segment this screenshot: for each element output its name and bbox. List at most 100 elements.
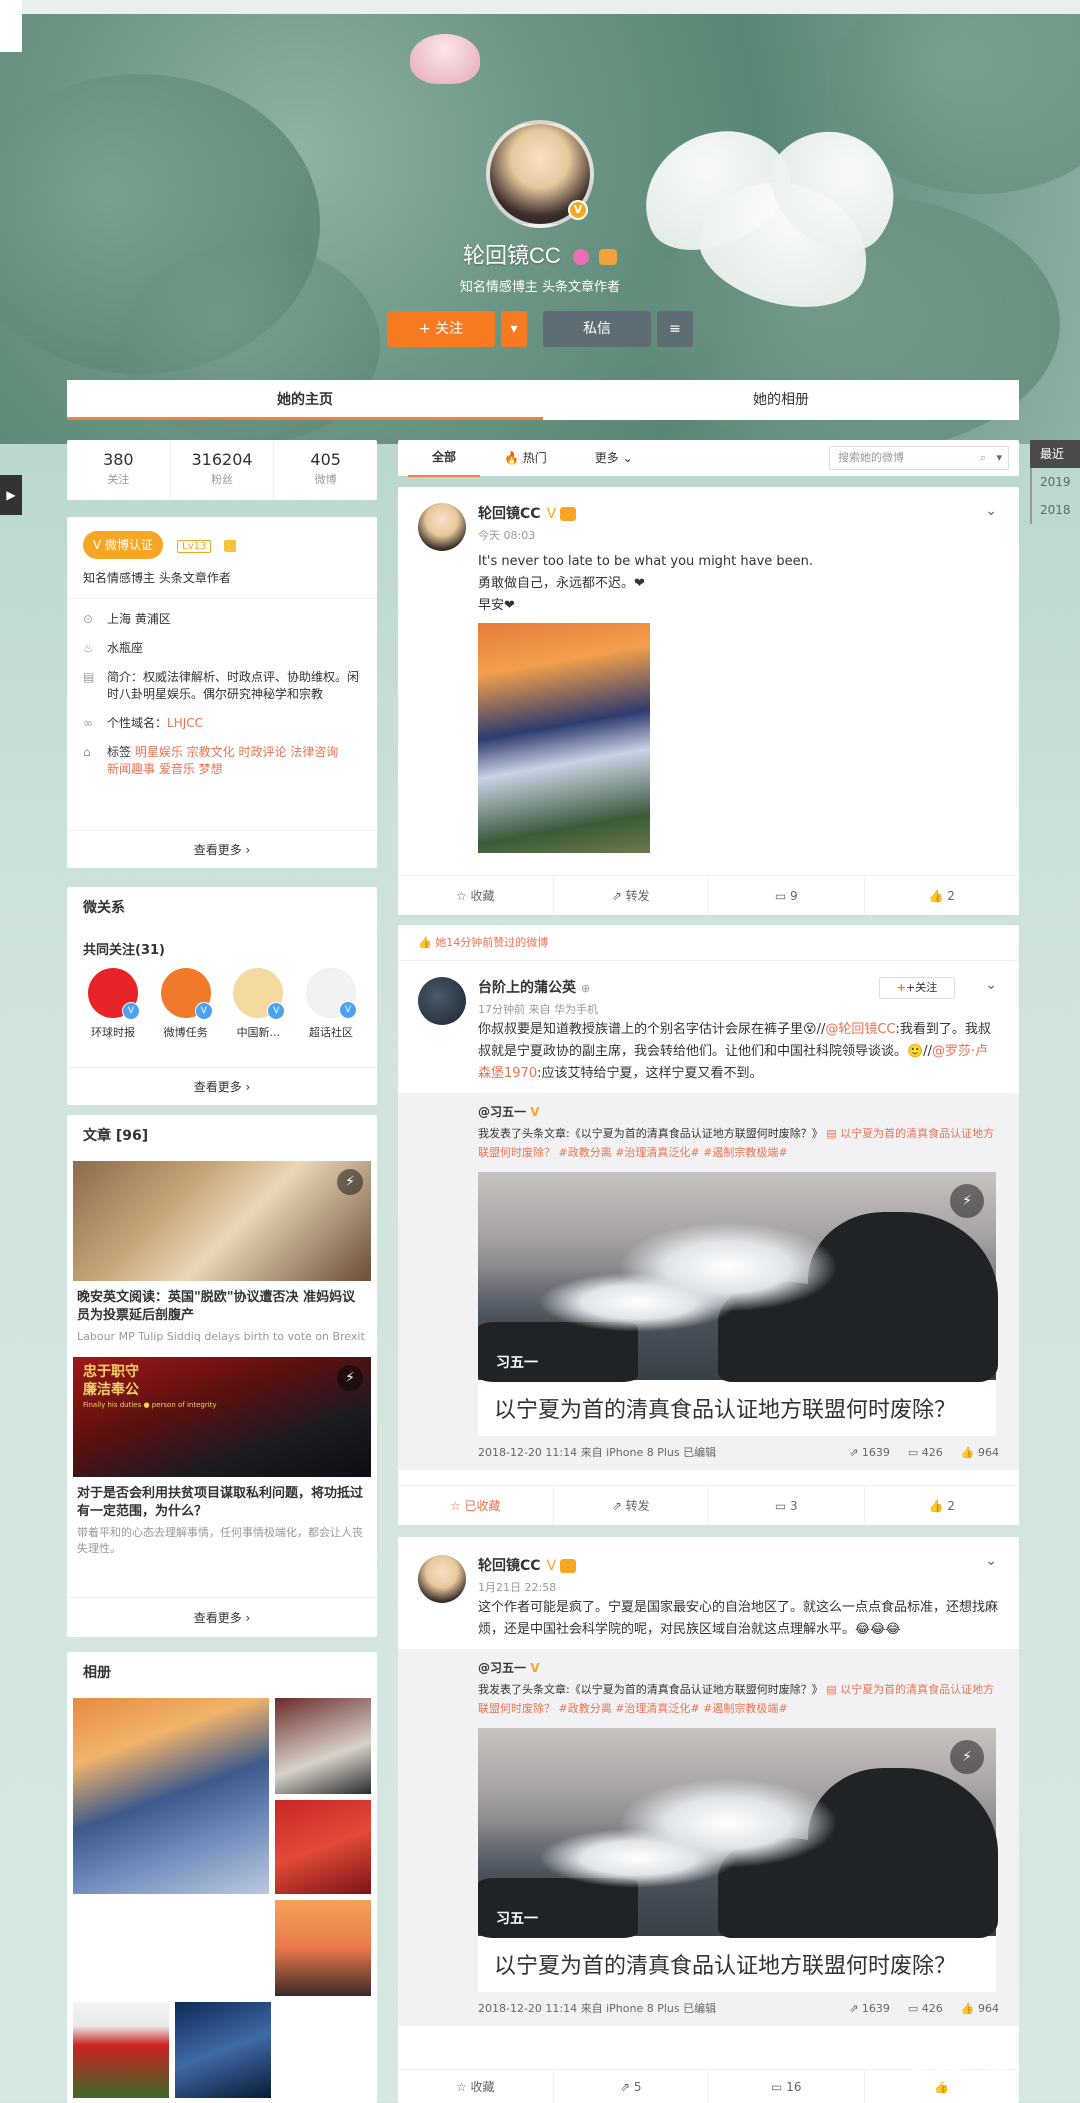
article-card[interactable]: ⚡ 习五一 以宁夏为首的清真食品认证地方联盟何时废除？ — [478, 1728, 998, 1992]
collect-button[interactable]: ☆ 已收藏 — [398, 1486, 554, 1525]
articles-card: 文章 [96] ⚡ 晚安英文阅读：英国"脱欧"协议遭否决 准妈妈议员为投票延后剖… — [67, 1115, 377, 1637]
article-summary: Labour MP Tulip Siddiq delays birth to v… — [77, 1330, 365, 1343]
articles-more-link[interactable]: 查看更多 › — [67, 1597, 377, 1637]
member-icon — [560, 507, 577, 521]
location-icon: ⊙ — [83, 612, 94, 626]
repost-button[interactable]: ⇗ 转发 — [554, 1486, 709, 1525]
tag-icon: ⌂ — [83, 745, 91, 759]
level-badge-icon[interactable] — [599, 249, 618, 266]
post-time[interactable]: 1月21日 22:58 — [478, 1579, 999, 1595]
article-thumbnail[interactable]: ⚡ — [73, 1161, 371, 1281]
search-input[interactable]: 搜索她的微博 ⌕ ▾ — [829, 446, 1009, 470]
topic-tags[interactable]: #政教分离 #治理清真泛化# #遏制宗教极端# — [559, 1702, 788, 1715]
menu-icon[interactable]: ≡ — [657, 311, 693, 347]
verified-icon: V — [530, 1661, 540, 1675]
album-photo[interactable] — [275, 1698, 371, 1794]
relation-more-link[interactable]: 查看更多 › — [67, 1067, 377, 1105]
timeline-2018[interactable]: 2018 — [1030, 496, 1080, 524]
post-time[interactable]: 今天 08:03 — [478, 527, 999, 543]
like-button[interactable]: 👍 2 — [865, 1486, 1020, 1525]
follow-button-small[interactable]: ++关注 — [879, 977, 955, 999]
collect-button[interactable]: ☆ 收藏 — [398, 2070, 554, 2103]
album-photo[interactable] — [73, 1698, 269, 1894]
comment-button[interactable]: ▭ 16 — [709, 2070, 865, 2103]
tags-links[interactable]: 明星娱乐 宗教文化 时政评论 法律咨询 — [135, 745, 338, 759]
post-avatar[interactable] — [418, 977, 466, 1025]
follow-button[interactable]: + 关注 — [387, 311, 495, 347]
relation-item[interactable]: 中国新... — [228, 968, 288, 1040]
article-thumbnail[interactable]: 忠于职守 廉洁奉公 Finally his duties ● person of … — [73, 1357, 371, 1477]
chevron-down-icon[interactable]: ⌄ — [985, 503, 997, 519]
article-title[interactable]: 晚安英文阅读：英国"脱欧"协议遭否决 准妈妈议员为投票延后剖腹产 — [73, 1289, 371, 1325]
timeline-nav: 最近 2019 2018 — [1030, 440, 1080, 524]
relation-item[interactable]: 超话社区 — [301, 968, 361, 1040]
album-photo[interactable] — [73, 2002, 169, 2098]
search-icon[interactable]: ⌕ — [980, 447, 986, 469]
article-title[interactable]: 对于是否会利用扶贫项目谋取私利问题，将功抵过有一定范围，为什么？ — [73, 1485, 371, 1521]
like-button[interactable]: 👍 2 — [865, 876, 1020, 915]
chevron-down-icon[interactable]: ▾ — [996, 447, 1002, 469]
zodiac-row: ♨ 水瓶座 — [83, 641, 144, 655]
domain-row: ∞ 个性域名：LHJCC — [83, 716, 204, 730]
play-arrow-icon[interactable]: ▶ — [0, 475, 22, 515]
forward-repost-count[interactable]: ⇗ 1639 — [849, 2002, 890, 2015]
tags-links-2[interactable]: 新闻趣事 爱音乐 梦想 — [107, 762, 223, 776]
timeline-2019[interactable]: 2019 — [1030, 468, 1080, 496]
relation-card: 微关系 共同关注(31) 环球时报 微博任务 中国新... 超话社区 查看更多 … — [67, 887, 377, 1105]
level-tag[interactable]: Lv13 — [177, 540, 212, 553]
domain-link[interactable]: LHJCC — [167, 716, 203, 730]
verify-tag[interactable]: V 微博认证 — [83, 531, 164, 559]
collect-button[interactable]: ☆ 收藏 — [398, 876, 554, 915]
profile-name-row: 轮回镜CC — [0, 238, 1080, 270]
relation-item[interactable]: 环球时报 — [83, 968, 143, 1040]
relation-item[interactable]: 微博任务 — [156, 968, 216, 1040]
link-icon: ∞ — [83, 716, 93, 730]
info-more-link[interactable]: 查看更多 › — [67, 830, 377, 868]
article-card[interactable]: ⚡ 习五一 以宁夏为首的清真食品认证地方联盟何时废除？ — [478, 1172, 998, 1436]
chevron-down-icon[interactable]: ⌄ — [985, 1553, 997, 1569]
album-photo[interactable] — [275, 1900, 371, 1996]
tab-home[interactable]: 她的主页 — [67, 380, 543, 420]
follow-dropdown-button[interactable]: ▾ — [501, 311, 527, 347]
cake-icon: ♨ — [83, 641, 94, 655]
comment-button[interactable]: ▭ 9 — [709, 876, 865, 915]
stat-followers[interactable]: 316204 粉丝 — [171, 440, 275, 500]
flash-icon: ⚡ — [950, 1184, 984, 1218]
article-image-subtext: Finally his duties ● person of integrity — [83, 1401, 217, 1409]
forward-like-count[interactable]: 👍 964 — [961, 2002, 999, 2015]
comment-button[interactable]: ▭ 3 — [709, 1486, 865, 1525]
stat-following[interactable]: 380 关注 — [67, 440, 171, 500]
repost-button[interactable]: ⇗ 转发 — [554, 876, 709, 915]
album-photo[interactable] — [275, 1800, 371, 1894]
tab-album[interactable]: 她的相册 — [543, 380, 1019, 420]
flash-icon: ⚡ — [950, 1740, 984, 1774]
post-time[interactable]: 17分钟前 来自 华为手机 — [478, 1001, 999, 1017]
forward-like-count[interactable]: 👍 964 — [961, 1446, 999, 1459]
chevron-down-icon[interactable]: ⌄ — [985, 977, 997, 993]
topic-tags[interactable]: #政教分离 #治理清真泛化# #遏制宗教极端# — [559, 1146, 788, 1159]
tab-more[interactable]: 更多 ⌄ — [571, 440, 657, 476]
mutual-follow-title[interactable]: 共同关注(31) — [83, 939, 361, 958]
member-badge-icon[interactable] — [572, 249, 589, 266]
badge-icon: ⊕ — [580, 982, 591, 995]
forward-repost-count[interactable]: ⇗ 1639 — [849, 1446, 890, 1459]
flash-icon: ⚡ — [337, 1365, 363, 1391]
message-button[interactable]: 私信 — [543, 311, 651, 347]
watermark: @海外呆叫 — [909, 2064, 1009, 2088]
avatar[interactable]: V — [486, 120, 594, 228]
tab-all[interactable]: 全部 — [408, 439, 481, 477]
post-avatar[interactable] — [418, 1555, 466, 1603]
post-card: ⌄ 轮回镜CC V 今天 08:03 It's never too late to… — [398, 487, 1019, 915]
stat-posts[interactable]: 405 微博 — [274, 440, 377, 500]
tab-hot[interactable]: 🔥 热门 — [480, 440, 571, 476]
timeline-recent[interactable]: 最近 — [1030, 440, 1080, 468]
repost-button[interactable]: ⇗ 5 — [554, 2070, 709, 2103]
article-cover-image: ⚡ 习五一 — [478, 1172, 998, 1382]
album-photo[interactable] — [175, 2002, 271, 2098]
forward-comment-count[interactable]: ▭ 426 — [908, 1446, 943, 1459]
forward-comment-count[interactable]: ▭ 426 — [908, 2002, 943, 2015]
mention-link[interactable]: @轮回镜CC — [825, 1022, 895, 1037]
forward-meta: 2018-12-20 11:14 来自 iPhone 8 Plus 已编辑 ⇗ … — [478, 1445, 999, 1460]
post-avatar[interactable] — [418, 503, 466, 551]
post-image[interactable] — [478, 623, 650, 853]
